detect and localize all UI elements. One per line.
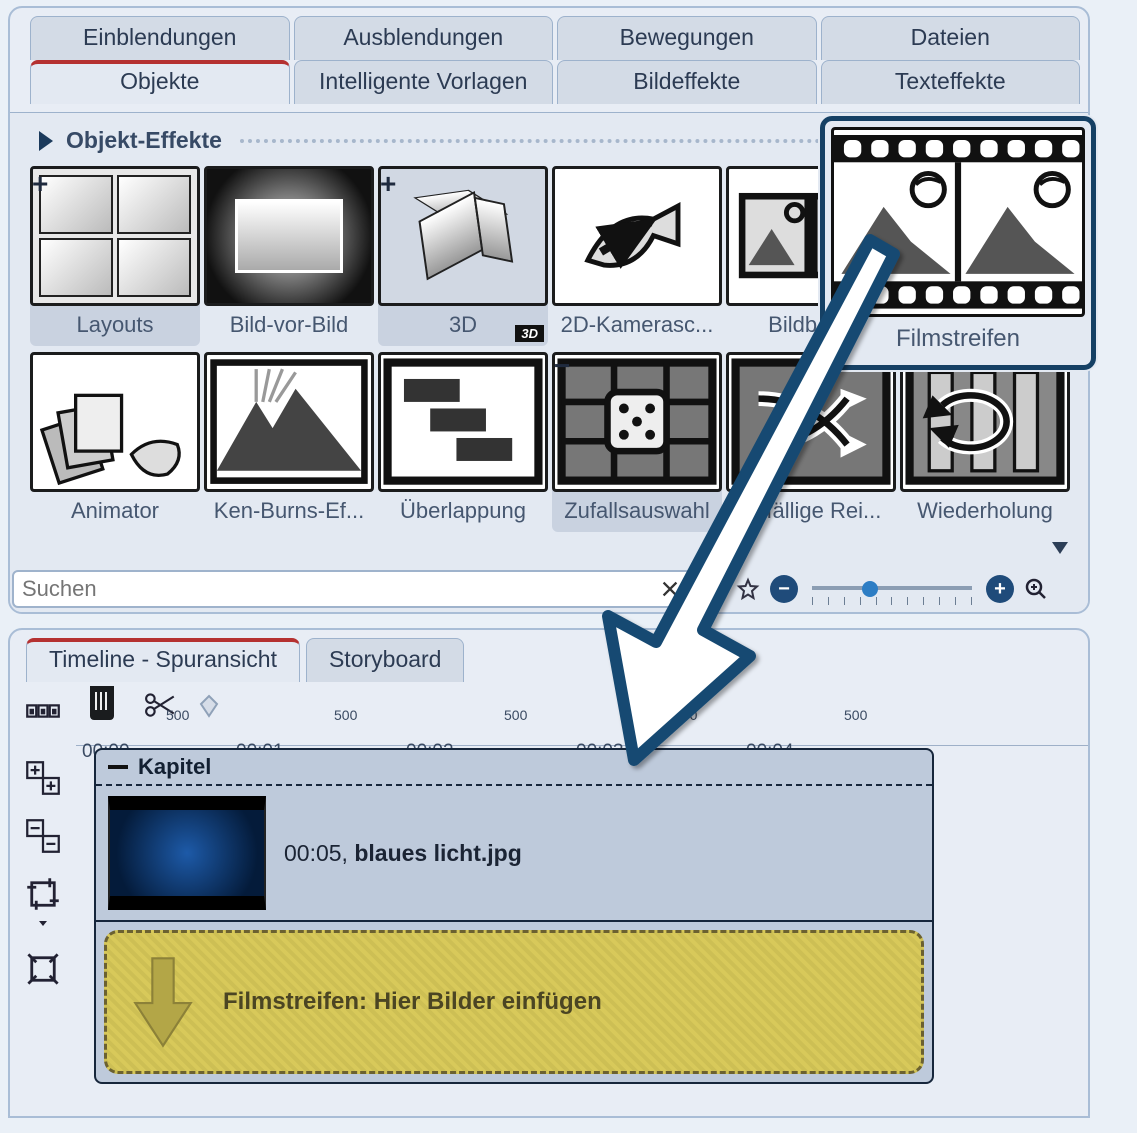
- playhead-icon[interactable]: [90, 686, 114, 720]
- collapse-icon[interactable]: [39, 131, 53, 151]
- clip-thumbnail[interactable]: [108, 796, 266, 910]
- effect-layouts[interactable]: + Layouts: [30, 166, 200, 346]
- timeline-tabs: Timeline - Spuransicht Storyboard: [26, 638, 1088, 682]
- filmstreifen-dropzone[interactable]: Filmstreifen: Hier Bilder einfügen: [104, 930, 924, 1074]
- effect-bild-vor-bild[interactable]: Bild-vor-Bild: [204, 166, 374, 346]
- plus-icon: +: [380, 168, 396, 200]
- marker-icon[interactable]: [196, 694, 222, 718]
- add-track-icon[interactable]: [25, 760, 61, 796]
- zoom-fit-icon[interactable]: [1024, 577, 1048, 601]
- effect-2d-kameraschwenk[interactable]: 2D-Kamerasc...: [552, 166, 722, 346]
- tab-dateien[interactable]: Dateien: [821, 16, 1081, 60]
- plus-icon: +: [32, 168, 48, 200]
- search-zoom-bar: − +: [12, 568, 1086, 610]
- tab-objekte[interactable]: Objekte: [30, 60, 290, 104]
- tab-storyboard[interactable]: Storyboard: [306, 638, 465, 682]
- zoom-slider[interactable]: [812, 575, 972, 603]
- effect-zufaellige-reihenfolge[interactable]: Zufällige Rei...: [726, 352, 896, 532]
- effect-label: Bild-vor-Bild: [204, 306, 374, 346]
- ruler-label: 500: [334, 707, 357, 723]
- effect-wiederholung[interactable]: Wiederholung: [900, 352, 1070, 532]
- clip-label: 00:05, blaues licht.jpg: [284, 840, 522, 867]
- tab-ausblendungen[interactable]: Ausblendungen: [294, 16, 554, 60]
- ruler-label: 500: [504, 707, 527, 723]
- dropdown-icon[interactable]: [702, 577, 726, 601]
- timeline-panel: Timeline - Spuransicht Storyboard 00:00 …: [8, 628, 1090, 1118]
- ruler-label: 500: [674, 707, 697, 723]
- timeline-ruler[interactable]: 00:00 500 00:01 500 00:02 500 00:03 500 …: [76, 688, 1088, 746]
- search-box[interactable]: [12, 570, 692, 608]
- zoom-in-button[interactable]: +: [986, 575, 1014, 603]
- chapter-block[interactable]: Kapitel 00:05, blaues licht.jpg Filmstre…: [94, 748, 934, 1084]
- effect-ueberlappung[interactable]: Überlappung: [378, 352, 548, 532]
- tab-bewegungen[interactable]: Bewegungen: [557, 16, 817, 60]
- tabs-row-2: Objekte Intelligente Vorlagen Bildeffekt…: [30, 60, 1080, 104]
- minus-icon: −: [554, 350, 570, 382]
- effect-3d[interactable]: + 3D 3D: [378, 166, 548, 346]
- scroll-down-icon[interactable]: [1052, 542, 1068, 554]
- timeline-tools: [10, 688, 76, 1116]
- dropzone-text: Filmstreifen: Hier Bilder einfügen: [223, 988, 602, 1016]
- effect-filmstreifen[interactable]: Filmstreifen: [820, 116, 1096, 370]
- effect-label: Ken-Burns-Ef...: [204, 492, 374, 532]
- clear-icon[interactable]: [658, 577, 682, 601]
- clip-filename: blaues licht.jpg: [354, 840, 521, 866]
- effect-label: Layouts: [30, 306, 200, 346]
- timeline-main: 00:00 500 00:01 500 00:02 500 00:03 500 …: [76, 688, 1088, 1116]
- tabs-row-1: Einblendungen Ausblendungen Bewegungen D…: [30, 16, 1080, 60]
- effect-label: Animator: [30, 492, 200, 532]
- zoom-out-button[interactable]: −: [770, 575, 798, 603]
- fit-icon[interactable]: [25, 951, 61, 987]
- chapter-header[interactable]: Kapitel: [96, 750, 932, 786]
- clip-row[interactable]: 00:05, blaues licht.jpg: [96, 786, 932, 922]
- effect-label: Wiederholung: [900, 492, 1070, 532]
- remove-track-icon[interactable]: [25, 818, 61, 854]
- effect-label: Zufällige Rei...: [726, 492, 896, 532]
- favorite-icon[interactable]: [736, 577, 760, 601]
- tab-intelligente-vorlagen[interactable]: Intelligente Vorlagen: [294, 60, 554, 104]
- effect-ken-burns[interactable]: Ken-Burns-Ef...: [204, 352, 374, 532]
- ruler-label: 500: [844, 707, 867, 723]
- effect-label: Zufallsauswahl: [552, 492, 722, 532]
- effect-label: 2D-Kamerasc...: [552, 306, 722, 346]
- arrow-down-icon: [131, 954, 195, 1050]
- effect-animator[interactable]: Animator: [30, 352, 200, 532]
- tracks-icon[interactable]: [25, 702, 61, 738]
- search-input[interactable]: [22, 576, 658, 602]
- tab-texteffekte[interactable]: Texteffekte: [821, 60, 1081, 104]
- effect-label: Filmstreifen: [831, 317, 1085, 361]
- crop-icon[interactable]: [25, 876, 61, 929]
- clip-duration: 00:05,: [284, 840, 348, 866]
- tab-timeline-spuransicht[interactable]: Timeline - Spuransicht: [26, 638, 300, 682]
- chapter-title: Kapitel: [138, 754, 211, 780]
- collapse-icon[interactable]: [108, 765, 128, 769]
- tab-bildeffekte[interactable]: Bildeffekte: [557, 60, 817, 104]
- tab-einblendungen[interactable]: Einblendungen: [30, 16, 290, 60]
- ruler-label: 500: [166, 707, 189, 723]
- section-title: Objekt-Effekte: [66, 127, 222, 154]
- effect-label: Überlappung: [378, 492, 548, 532]
- effect-zufallsauswahl[interactable]: − Zufallsauswahl: [552, 352, 722, 532]
